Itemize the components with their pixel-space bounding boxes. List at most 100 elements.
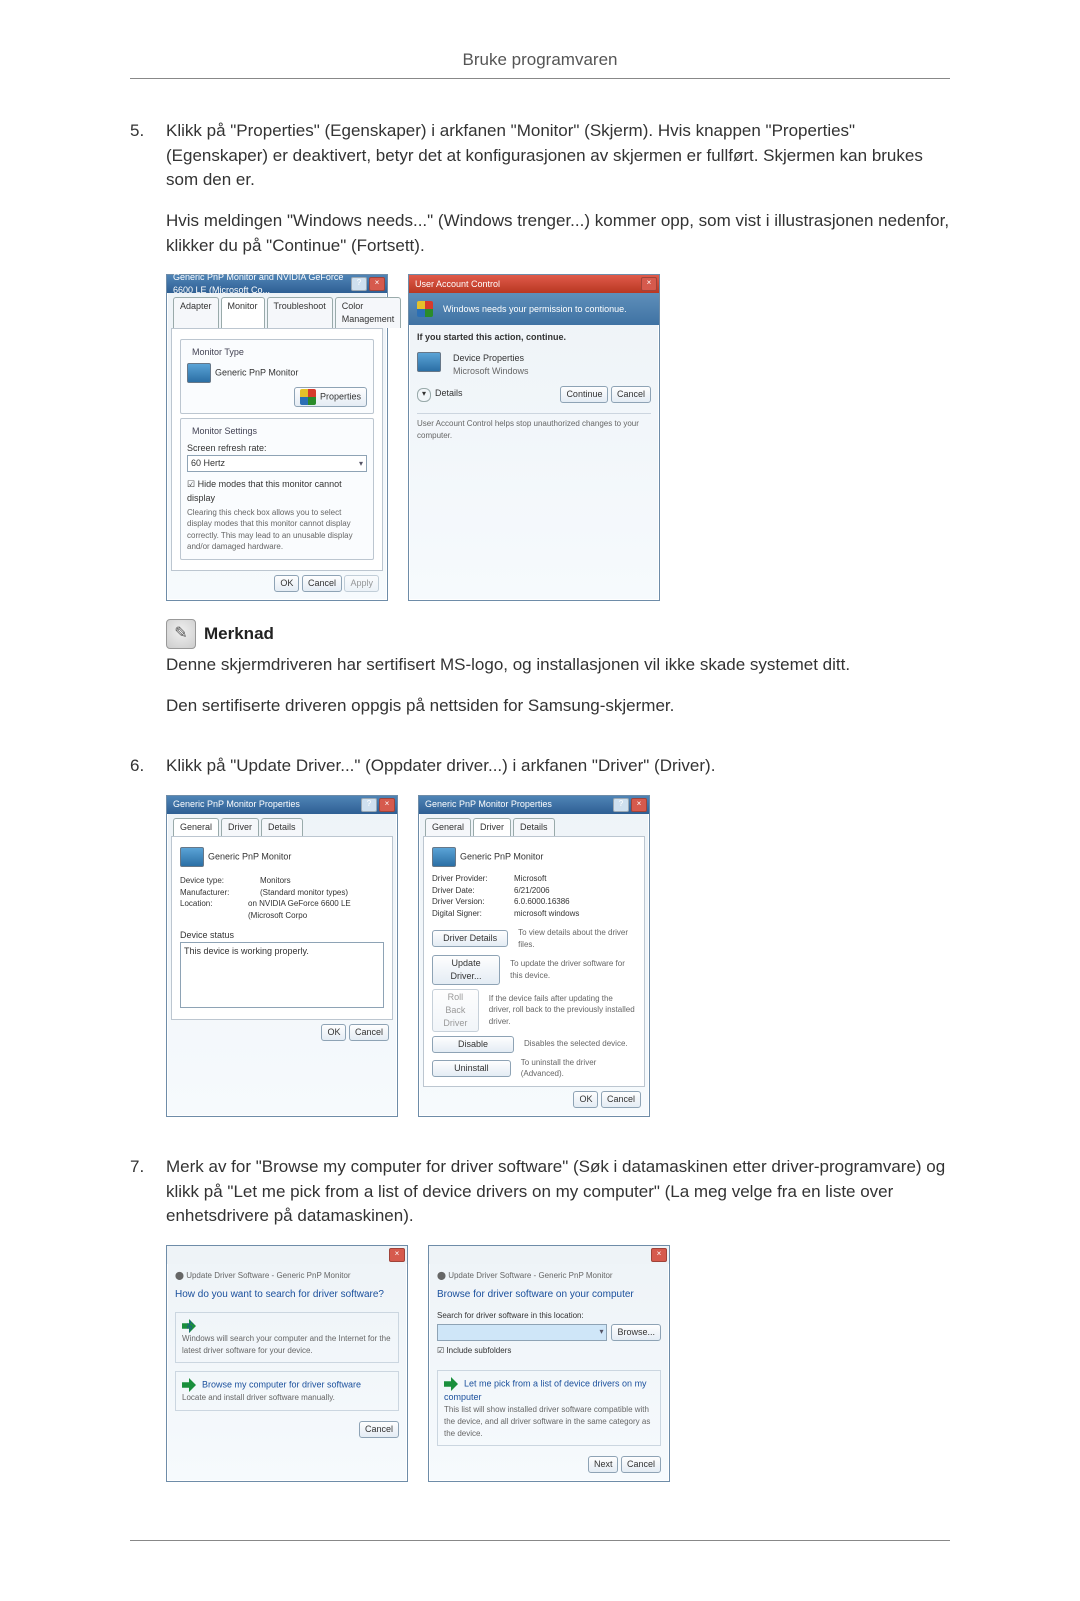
close-button[interactable]: ×	[389, 1248, 405, 1262]
cancel-button[interactable]: Cancel	[611, 386, 651, 403]
uac-heading: Windows needs your permission to contion…	[443, 303, 627, 316]
shield-icon	[300, 389, 316, 405]
driver-details-button[interactable]: Driver Details	[432, 930, 508, 947]
uac-devprops: Device Properties	[453, 352, 529, 365]
refresh-rate-select[interactable]: 60 Hertz ▾	[187, 455, 367, 472]
uac-ifstarted: If you started this action, continue.	[417, 331, 651, 344]
cancel-button[interactable]: Cancel	[601, 1091, 641, 1108]
step-number: 5.	[130, 119, 166, 734]
chevron-down-icon[interactable]: ▾	[417, 388, 431, 402]
shield-icon	[417, 301, 433, 317]
uninstall-button[interactable]: Uninstall	[432, 1060, 511, 1077]
step-6: 6. Klikk på "Update Driver..." (Oppdater…	[130, 754, 950, 1135]
tab-troubleshoot[interactable]: Troubleshoot	[267, 297, 333, 328]
hide-modes-checkbox[interactable]: Hide modes that this monitor cannot disp…	[187, 478, 367, 504]
group-monitor-type: Monitor Type	[189, 346, 247, 359]
wizard-breadcrumb: Update Driver Software - Generic PnP Mon…	[448, 1271, 612, 1280]
tabs: Adapter Monitor Troubleshoot Color Manag…	[167, 293, 387, 328]
titlebar: Generic PnP Monitor Properties ?×	[419, 796, 649, 814]
continue-button[interactable]: Continue	[560, 386, 608, 403]
note-text-1: Denne skjermdriveren har sertifisert MS-…	[166, 653, 950, 678]
search-auto-option[interactable]: Search automatically for updated driver …	[175, 1312, 399, 1363]
titlebar: User Account Control ×	[409, 275, 659, 293]
apply-button[interactable]: Apply	[344, 575, 379, 592]
next-button[interactable]: Next	[588, 1456, 619, 1473]
browse-computer-option[interactable]: Browse my computer for driver software L…	[175, 1371, 399, 1411]
help-button[interactable]: ?	[361, 798, 377, 812]
uac-publisher: Microsoft Windows	[453, 365, 529, 378]
step5-text-2: Hvis meldingen "Windows needs..." (Windo…	[166, 209, 950, 258]
monitor-name: Generic PnP Monitor	[215, 368, 298, 378]
step-number: 7.	[130, 1155, 166, 1500]
uac-footer: User Account Control helps stop unauthor…	[417, 413, 651, 441]
step6-text: Klikk på "Update Driver..." (Oppdater dr…	[166, 754, 950, 779]
wizard-heading: Browse for driver software on your compu…	[437, 1288, 661, 1303]
device-status-label: Device status	[180, 929, 384, 942]
ok-button[interactable]: OK	[274, 575, 299, 592]
monitor-icon	[180, 847, 204, 867]
tab-driver[interactable]: Driver	[473, 818, 511, 836]
page-header: Bruke programvaren	[130, 50, 950, 70]
note-icon: ✎	[166, 619, 196, 649]
monitor-name: Generic PnP Monitor	[460, 851, 543, 861]
tab-details[interactable]: Details	[513, 818, 555, 836]
wizard-breadcrumb: Update Driver Software - Generic PnP Mon…	[186, 1271, 350, 1280]
dialog-title: Generic PnP Monitor Properties	[173, 798, 300, 811]
close-button[interactable]: ×	[369, 277, 385, 291]
update-driver-dialog-1: × ⬤ Update Driver Software - Generic PnP…	[166, 1245, 408, 1482]
step-5: 5. Klikk på "Properties" (Egenskaper) i …	[130, 119, 950, 734]
update-driver-button[interactable]: Update Driver...	[432, 955, 500, 985]
tab-color[interactable]: Color Management	[335, 297, 402, 328]
path-combobox[interactable]: ▾	[437, 1324, 607, 1341]
details-toggle[interactable]: Details	[435, 388, 463, 398]
tab-general[interactable]: General	[425, 818, 471, 836]
step-7: 7. Merk av for "Browse my computer for d…	[130, 1155, 950, 1500]
cancel-button[interactable]: Cancel	[349, 1024, 389, 1041]
cancel-button[interactable]: Cancel	[621, 1456, 661, 1473]
properties-button[interactable]: Properties	[294, 387, 367, 407]
help-button[interactable]: ?	[351, 277, 367, 291]
note-label: Merknad	[204, 622, 274, 647]
monitor-properties-dialog: Generic PnP Monitor and NVIDIA GeForce 6…	[166, 274, 388, 601]
tab-details[interactable]: Details	[261, 818, 303, 836]
header-rule	[130, 78, 950, 79]
arrow-icon: Search automatically for updated driver …	[182, 1319, 196, 1333]
step-number: 6.	[130, 754, 166, 1135]
close-button[interactable]: ×	[651, 1248, 667, 1262]
tab-driver[interactable]: Driver	[221, 818, 259, 836]
tab-general[interactable]: General	[173, 818, 219, 836]
group-monitor-settings: Monitor Settings	[189, 425, 260, 438]
hide-modes-desc: Clearing this check box allows you to se…	[187, 507, 367, 553]
chevron-down-icon: ▾	[359, 458, 363, 470]
ok-button[interactable]: OK	[573, 1091, 598, 1108]
close-button[interactable]: ×	[641, 277, 657, 291]
step7-text: Merk av for "Browse my computer for driv…	[166, 1155, 950, 1229]
wizard-heading: How do you want to search for driver sof…	[175, 1288, 399, 1303]
cancel-button[interactable]: Cancel	[359, 1421, 399, 1438]
disable-button[interactable]: Disable	[432, 1036, 514, 1053]
dialog-title: Generic PnP Monitor and NVIDIA GeForce 6…	[173, 271, 351, 297]
close-button[interactable]: ×	[631, 798, 647, 812]
help-button[interactable]: ?	[613, 798, 629, 812]
rollback-driver-button[interactable]: Roll Back Driver	[432, 989, 479, 1032]
search-location-label: Search for driver software in this locat…	[437, 1310, 661, 1322]
step5-text-1: Klikk på "Properties" (Egenskaper) i ark…	[166, 119, 950, 193]
monitor-icon	[432, 847, 456, 867]
manual-page: Bruke programvaren 5. Klikk på "Properti…	[0, 0, 1080, 1601]
include-subfolders-checkbox[interactable]: Include subfolders	[437, 1345, 661, 1357]
let-me-pick-option[interactable]: Let me pick from a list of device driver…	[437, 1370, 661, 1446]
app-icon	[417, 352, 441, 372]
footer-rule	[130, 1540, 950, 1541]
ok-button[interactable]: OK	[321, 1024, 346, 1041]
monitor-icon	[187, 363, 211, 383]
cancel-button[interactable]: Cancel	[302, 575, 342, 592]
tab-monitor[interactable]: Monitor	[221, 297, 265, 328]
browse-button[interactable]: Browse...	[611, 1324, 661, 1341]
dialog-title: Generic PnP Monitor Properties	[425, 798, 552, 811]
tab-adapter[interactable]: Adapter	[173, 297, 219, 328]
note-header: ✎ Merknad	[166, 619, 950, 649]
close-button[interactable]: ×	[379, 798, 395, 812]
device-status-box: This device is working properly.	[180, 942, 384, 1008]
dialog-title: User Account Control	[415, 278, 500, 291]
monitor-name: Generic PnP Monitor	[208, 851, 291, 861]
